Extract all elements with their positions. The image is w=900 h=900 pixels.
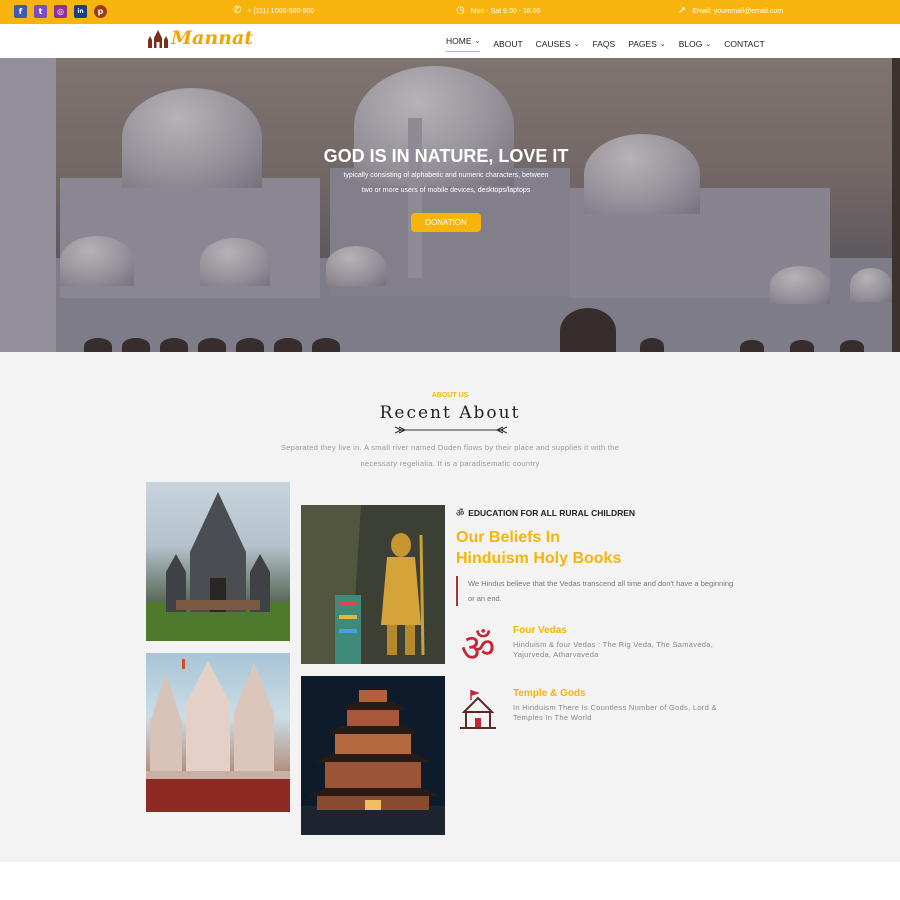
linkedin-icon[interactable]: in	[74, 5, 87, 18]
temple-illustration	[146, 659, 290, 812]
beliefs-heading-line1: Our Beliefs In	[456, 529, 561, 546]
about-description: Separated they live in. A small river na…	[250, 440, 650, 472]
nav-about[interactable]: ABOUT	[493, 36, 522, 52]
om-icon: ॐ	[461, 626, 496, 669]
nav-faqs-label: FAQS	[592, 39, 616, 49]
main-menu: HOME ⌄ ABOUT CAUSES ⌄ FAQS PAGES ⌄ BLOG …	[446, 36, 778, 52]
beliefs-heading: Our Beliefs In Hinduism Holy Books	[456, 527, 716, 569]
nav-blog-label: BLOG	[678, 39, 703, 49]
nav-home-label: HOME	[446, 36, 472, 46]
hero-scrollbar-edge	[892, 58, 900, 352]
arrow-divider-icon	[395, 426, 507, 434]
feature-title: Four Vedas	[513, 625, 567, 636]
about-eyebrow: ABOUT US	[431, 392, 469, 399]
pagoda-photo	[301, 676, 445, 835]
education-label: ॐ EDUCATION FOR ALL RURAL CHILDREN	[456, 506, 636, 520]
temple-illustration	[146, 492, 290, 641]
logo-temple-icon	[148, 30, 168, 48]
beliefs-heading-line2: Hinduism Holy Books	[456, 550, 622, 567]
email-contact[interactable]: ➚ Email: youremail@email.com	[678, 6, 783, 16]
hero-banner	[0, 58, 892, 352]
twitter-icon[interactable]: t	[34, 5, 47, 18]
temple-icon	[460, 690, 496, 729]
pagoda-illustration	[301, 690, 445, 835]
white-temple-photo	[146, 653, 290, 812]
phone-number: + (111) 1000-500-900	[247, 7, 315, 15]
education-label-text: EDUCATION FOR ALL RURAL CHILDREN	[468, 507, 636, 518]
site-logo[interactable]: Mannat	[146, 28, 253, 48]
statue-illustration	[301, 505, 445, 664]
chevron-down-icon: ⌄	[573, 40, 580, 48]
facebook-icon[interactable]: f	[14, 5, 27, 18]
pinterest-icon[interactable]: p	[94, 5, 107, 18]
paper-plane-icon: ➚	[678, 5, 687, 16]
nav-causes-label: CAUSES	[535, 39, 571, 49]
donation-button[interactable]: DONATION	[411, 213, 481, 232]
svg-text:ॐ: ॐ	[461, 626, 496, 669]
chevron-down-icon: ⌄	[474, 37, 481, 45]
social-links: f t ◎ in p	[14, 5, 107, 18]
opening-hours: ◷ Mon - Sat 9.00 - 18.00	[456, 6, 540, 16]
top-bar: f t ◎ in p ✆ + (111) 1000-500-900 ◷ Mon …	[0, 0, 900, 24]
vedas-quote: We Hindus believe that the Vedas transce…	[456, 576, 756, 606]
about-title: Recent About	[379, 403, 521, 423]
nav-home[interactable]: HOME ⌄	[446, 36, 481, 52]
hero-overlay	[0, 58, 892, 352]
about-description-line1: Separated they live in. A small river na…	[280, 443, 620, 452]
nav-pages-label: PAGES	[628, 39, 657, 49]
nav-causes[interactable]: CAUSES ⌄	[536, 36, 580, 52]
hours-text: Mon - Sat 9.00 - 18.00	[470, 7, 541, 15]
murugan-statue-photo	[301, 505, 445, 664]
about-description-line2: necessary regelialia. It is a paradisema…	[360, 459, 540, 468]
feature-title: Temple & Gods	[513, 688, 586, 699]
hero-subtitle-line2: two or more users of mobile devices, des…	[361, 187, 531, 194]
temple-photo-balinese	[146, 482, 290, 641]
phone-contact[interactable]: ✆ + (111) 1000-500-900	[233, 6, 314, 16]
chevron-down-icon: ⌄	[705, 40, 712, 48]
instagram-icon[interactable]: ◎	[54, 5, 67, 18]
nav-contact-label: CONTACT	[724, 39, 765, 49]
hero-title: GOD IS IN NATURE, LOVE IT	[323, 146, 569, 166]
feature-text: In Hinduism There Is Countless Number of…	[513, 703, 717, 722]
phone-icon: ✆	[233, 5, 242, 16]
vedas-quote-line2: or an end.	[468, 594, 502, 603]
clock-icon: ◷	[456, 5, 465, 16]
email-text: Email: youremail@email.com	[692, 7, 784, 15]
nav-faqs[interactable]: FAQS	[593, 36, 616, 52]
nav-blog[interactable]: BLOG ⌄	[679, 36, 712, 52]
nav-about-label: ABOUT	[493, 39, 523, 49]
hero-subtitle-line1: typically consisting of alphabetic and n…	[343, 172, 549, 179]
nav-pages[interactable]: PAGES ⌄	[628, 36, 666, 52]
feature-text: Hinduism & four Vedas : The Rig Veda, Th…	[513, 640, 714, 659]
logo-text: Mannat	[171, 27, 254, 49]
nav-contact[interactable]: CONTACT	[724, 36, 764, 52]
vedas-quote-line1: We Hindus believe that the Vedas transce…	[468, 579, 734, 588]
om-icon: ॐ	[456, 509, 465, 519]
chevron-down-icon: ⌄	[659, 40, 666, 48]
